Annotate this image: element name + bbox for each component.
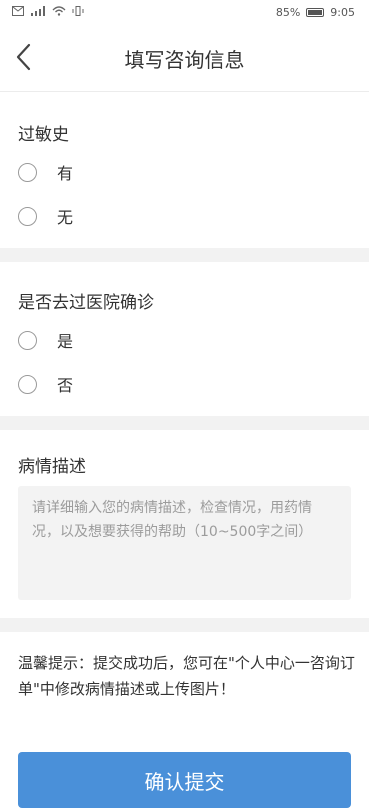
allergy-title: 过敏史 xyxy=(18,125,69,145)
section-divider xyxy=(0,248,369,262)
vibrate-icon xyxy=(72,6,84,16)
hospital-option-yes[interactable]: 是 xyxy=(18,328,73,352)
description-title: 病情描述 xyxy=(18,457,86,477)
wifi-icon xyxy=(52,6,66,16)
radio-button[interactable] xyxy=(18,374,37,394)
status-icons-right: 85% 9:05 xyxy=(276,6,355,19)
hospital-title: 是否去过医院确诊 xyxy=(18,293,154,313)
hospital-option-no[interactable]: 否 xyxy=(18,372,73,396)
page-title: 填写咨询信息 xyxy=(124,48,245,72)
clock-time: 9:05 xyxy=(330,6,355,19)
battery-percent: 85% xyxy=(275,6,301,19)
section-divider xyxy=(0,618,369,632)
radio-button[interactable] xyxy=(18,206,37,226)
allergy-option-yes[interactable]: 有 xyxy=(18,160,73,184)
hospital-section: 是否去过医院确诊 是 否 xyxy=(0,262,369,416)
allergy-option-no[interactable]: 无 xyxy=(18,204,73,228)
radio-button[interactable] xyxy=(18,330,37,350)
signal-icon xyxy=(31,6,45,16)
radio-label: 是 xyxy=(57,332,74,351)
radio-label: 否 xyxy=(57,376,74,395)
section-divider xyxy=(0,416,369,430)
description-textarea[interactable] xyxy=(18,486,351,600)
radio-label: 有 xyxy=(57,164,74,183)
status-icons-left xyxy=(12,6,84,16)
battery-icon xyxy=(306,8,325,17)
tip-text: 温馨提示：提交成功后，您可在"个人中心一咨询订单"中修改病情描述或上传图片！ xyxy=(18,654,355,698)
radio-label: 无 xyxy=(57,208,74,227)
status-bar: 85% 9:05 xyxy=(0,0,369,26)
allergy-section: 过敏史 有 无 xyxy=(0,92,369,248)
message-icon xyxy=(12,6,24,16)
radio-button[interactable] xyxy=(18,162,37,182)
nav-bar: 填写咨询信息 xyxy=(0,26,369,92)
